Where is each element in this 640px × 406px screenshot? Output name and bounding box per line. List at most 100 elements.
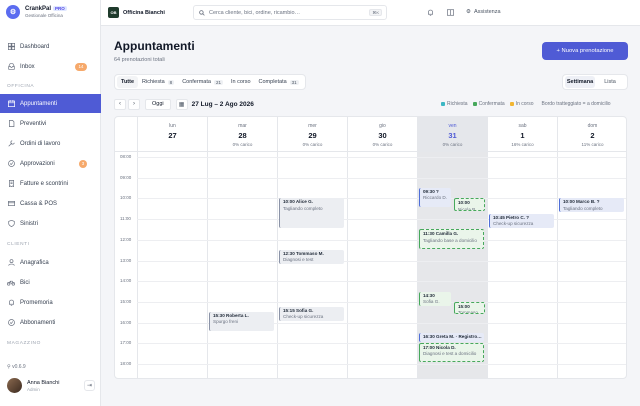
appointment-event[interactable]: 14:30 Sofia G. [419, 291, 451, 306]
day-load: 16% carico [511, 142, 534, 147]
avatar [7, 378, 22, 393]
day-header-ven[interactable]: ven 31 0% carico [417, 117, 487, 152]
sidebar-item-label: Abbonamenti [20, 319, 56, 326]
sidebar-item-inbox[interactable]: Inbox 14 [0, 57, 101, 76]
appointment-event[interactable]: 11:30 Camilla G. Tagliando base a domicil… [419, 229, 484, 249]
appointment-event[interactable]: 09:30 ? Riccardo D. [419, 188, 451, 208]
hour-gridline [137, 239, 626, 241]
filter-tab-richiesta[interactable]: Richiesta 8 [138, 76, 178, 88]
status-legend: Richiesta Confermata In corso Bordo trat… [441, 101, 616, 107]
today-button[interactable]: Oggi [145, 98, 171, 110]
appointment-event[interactable]: 15:15 Sofia G. Check-up sicurezza [279, 307, 344, 322]
day-header-mer[interactable]: mer 29 0% carico [277, 117, 347, 152]
legend-item: Bordo tratteggiato = a domicilio [542, 101, 611, 107]
day-header-mar[interactable]: mar 28 0% carico [207, 117, 277, 152]
appointment-event[interactable]: 10:00 Marco B. ? Tagliando completo [559, 198, 624, 213]
appointment-event[interactable]: 10:00 Alice G. Tagliando completo [279, 198, 344, 228]
sidebar-item-cassa[interactable]: Cassa & POS [0, 194, 101, 213]
calendar-header: lun 27 mar 28 0% carico mer 29 0% carico gio 30 0%… [115, 117, 626, 152]
appointment-event[interactable]: 15:00 Tommaso… [454, 301, 485, 315]
user-card[interactable]: Anna Bianchi Admin ⇥ [7, 378, 95, 393]
bike-icon [7, 279, 15, 287]
shop-switcher[interactable]: OB Officina Bianchi [108, 7, 165, 18]
docs-button[interactable] [446, 8, 455, 17]
sidebar-item-anagrafica[interactable]: Anagrafica [0, 253, 101, 272]
sidebar-item-ordini[interactable]: Ordini di lavoro [0, 134, 101, 153]
day-divider [487, 152, 488, 378]
search-placeholder: Cerca cliente, bici, ordine, ricambio… [209, 9, 301, 16]
sidebar-item-preventivi[interactable]: Preventivi [0, 114, 101, 133]
date-range: 27 Lug – 2 Ago 2026 [191, 100, 254, 108]
next-week-button[interactable]: › [128, 98, 140, 110]
sidebar-item-approvazioni[interactable]: Approvazioni 3 [0, 154, 101, 173]
hour-gridline [137, 198, 626, 200]
logout-icon: ⇥ [86, 383, 93, 389]
search-input[interactable]: Cerca cliente, bici, ordine, ricambio… ⌘… [193, 5, 387, 20]
sidebar-item-appuntamenti[interactable]: Appuntamenti [0, 94, 101, 113]
day-name: lun [169, 123, 176, 129]
day-number: 2 [590, 131, 595, 140]
day-divider [207, 152, 208, 378]
filter-tab-confermata[interactable]: Confermata 21 [178, 76, 227, 88]
hour-gridline [137, 301, 626, 303]
search-shortcut: ⌘K [369, 9, 382, 16]
sidebar-item-label: Ordini di lavoro [20, 140, 61, 147]
day-header-lun[interactable]: lun 27 [137, 117, 207, 152]
new-booking-button[interactable]: + Nuova prenotazione [542, 42, 628, 60]
sidebar-item-fatture[interactable]: Fatture e scontrini [0, 174, 101, 193]
day-name: ven [448, 123, 457, 129]
inbox-icon [7, 63, 15, 71]
view-week-button[interactable]: Settimana [565, 76, 595, 88]
logout-button[interactable]: ⇥ [84, 380, 95, 391]
day-name: mer [308, 123, 317, 129]
sidebar-item-bici[interactable]: Bici [0, 273, 101, 292]
page-title: Appuntamenti [114, 39, 195, 53]
sidebar-item-label: Bici [20, 279, 30, 286]
page-subtitle: 64 prenotazioni totali [114, 57, 165, 63]
hour-label: 17:00 [120, 340, 132, 346]
hour-gridline [137, 281, 626, 283]
hour-label: 08:00 [120, 154, 132, 159]
view-list-button[interactable]: Lista [595, 76, 625, 88]
sidebar-item-abbonamenti[interactable]: Abbonamenti [0, 313, 101, 332]
calendar-navigation: ‹ › Oggi ▦ 27 Lug – 2 Ago 2026 [114, 98, 254, 110]
user-icon [7, 259, 15, 267]
day-header-sab[interactable]: sab 1 16% carico [487, 117, 557, 152]
appointment-event[interactable]: 12:30 Tommaso M. Diagnosi e test [279, 250, 344, 265]
day-name: sab [518, 123, 527, 129]
appointment-service: Sofia G. [423, 298, 440, 304]
app-version: ⚲ v0.6.9 [7, 364, 26, 370]
hour-gridline [137, 364, 626, 365]
day-header-gio[interactable]: gio 30 0% carico [347, 117, 417, 152]
appointment-event[interactable]: 17:00 Nicola D. Diagnosi e test a domicil… [419, 343, 484, 363]
sidebar-item-sinistri[interactable]: Sinistri [0, 214, 101, 233]
filter-tab-tutte[interactable]: Tutte [117, 76, 139, 88]
day-number: 27 [168, 131, 177, 140]
day-load: 11% carico [581, 142, 604, 147]
filter-tab-label: Confermata [182, 79, 211, 85]
user-role: Admin [27, 386, 40, 392]
notifications-button[interactable] [426, 8, 435, 17]
check-icon [7, 319, 15, 327]
sidebar-item-label: Cassa & POS [20, 200, 58, 207]
filter-tab-in-corso[interactable]: In corso [227, 76, 255, 88]
day-number: 28 [238, 131, 247, 140]
brand[interactable]: ⚙ CrankPal PRO Gestionale Officina [6, 5, 67, 19]
filter-tab-completata[interactable]: Completata 31 [255, 76, 303, 88]
appointment-event[interactable]: 15:30 Roberta L. Spurgo freni [209, 312, 274, 332]
sidebar-item-promemoria[interactable]: Promemoria [0, 293, 101, 312]
hour-label: 13:00 [120, 257, 132, 263]
assistance-button[interactable]: ⚙ Assistenza [466, 9, 501, 15]
appointment-event[interactable]: 10:00 Nicola R. [454, 198, 485, 211]
appointment-event[interactable]: 16:30 Greta M. · Registro… [419, 332, 484, 342]
sidebar-item-label: Sinistri [20, 220, 39, 227]
sidebar-item-dashboard[interactable]: Dashboard [0, 37, 101, 56]
day-header-dom[interactable]: dom 2 11% carico [557, 117, 626, 152]
hour-label: 18:00 [120, 361, 132, 366]
sidebar-item-label: Promemoria [20, 299, 53, 306]
appointment-event[interactable]: 10:45 Pietro C. ? Check-up sicurezza [489, 213, 554, 228]
day-number: 30 [378, 131, 387, 140]
calendar-picker-button[interactable]: ▦ [175, 98, 188, 110]
prev-week-button[interactable]: ‹ [114, 98, 126, 110]
appointment-service: Tommaso… [458, 310, 482, 315]
